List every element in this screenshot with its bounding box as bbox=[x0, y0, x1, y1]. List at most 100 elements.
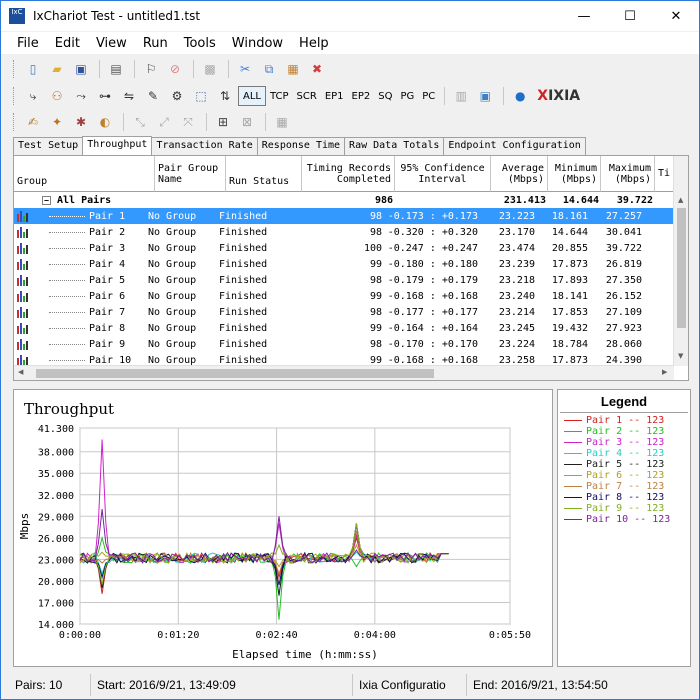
swap-pair-icon[interactable]: ⇋ bbox=[118, 85, 140, 107]
pair-group: No Group bbox=[148, 258, 197, 270]
menu-tools[interactable]: Tools bbox=[176, 36, 224, 51]
maximize-button[interactable]: ☐ bbox=[607, 1, 653, 31]
wand-icon[interactable]: ✦ bbox=[46, 111, 68, 133]
filter-scr-button[interactable]: SCR bbox=[293, 86, 321, 106]
tab-transaction-rate[interactable]: Transaction Rate bbox=[151, 137, 258, 155]
run-icon[interactable]: ⚐ bbox=[140, 58, 162, 80]
pair-maximum: 26.152 bbox=[605, 290, 642, 302]
cut-icon[interactable]: ✂ bbox=[234, 58, 256, 80]
pair-row[interactable]: Pair 2 No Group Finished 98 -0.320 : +0.320 2… bbox=[14, 224, 674, 240]
refresh-icon[interactable]: ▩ bbox=[199, 58, 221, 80]
pair-options-icon[interactable]: ⚙ bbox=[166, 85, 188, 107]
pair-maximum: 30.041 bbox=[605, 226, 642, 238]
column-header-minimum[interactable]: Minimum (Mbps) bbox=[548, 156, 601, 192]
grid-vertical-scrollbar[interactable]: ▲ ▼ bbox=[673, 156, 688, 366]
add-multicast-icon[interactable]: ⚇ bbox=[46, 85, 68, 107]
column-header-truncated[interactable]: Ti bbox=[655, 156, 675, 192]
y-tick-label: 29.000 bbox=[38, 512, 74, 523]
pair-renumber-icon[interactable]: ⬚ bbox=[190, 85, 212, 107]
scroll-right-arrow-icon[interactable]: ▶ bbox=[662, 368, 667, 376]
report-icon[interactable]: ▥ bbox=[450, 85, 472, 107]
filter-tcp-button[interactable]: TCP bbox=[266, 86, 293, 106]
filter-all-button[interactable]: ALL bbox=[238, 86, 266, 106]
options-icon[interactable]: ▦ bbox=[271, 111, 293, 133]
filter-ep1-button[interactable]: EP1 bbox=[321, 86, 348, 106]
merge-icon[interactable]: ⊠ bbox=[236, 111, 258, 133]
network-wizard-icon[interactable]: ✱ bbox=[70, 111, 92, 133]
toolbar-separator bbox=[123, 113, 124, 131]
pair-row[interactable]: Pair 1 No Group Finished 98 -0.173 : +0.173 2… bbox=[14, 208, 674, 224]
column-header-maximum[interactable]: Maximum (Mbps) bbox=[601, 156, 655, 192]
pair-timing-records: 99 bbox=[369, 290, 382, 302]
open-folder-icon[interactable]: ▰ bbox=[46, 58, 68, 80]
info-icon[interactable]: ● bbox=[509, 85, 531, 107]
script-edit-icon[interactable]: ✍ bbox=[22, 111, 44, 133]
pair-row[interactable]: Pair 7 No Group Finished 98 -0.177 : +0.177 2… bbox=[14, 304, 674, 320]
copy-icon[interactable]: ⧉ bbox=[258, 58, 280, 80]
pair-average: 23.239 bbox=[498, 258, 535, 270]
filter-ep2-button[interactable]: EP2 bbox=[348, 86, 375, 106]
pair-row[interactable]: Pair 3 No Group Finished 100 -0.247 : +0.247… bbox=[14, 240, 674, 256]
grid-expand-icon[interactable]: ⤡ bbox=[129, 111, 151, 133]
pair-row[interactable]: Pair 5 No Group Finished 98 -0.179 : +0.179 2… bbox=[14, 272, 674, 288]
pair-network-icon[interactable]: ⊶ bbox=[94, 85, 116, 107]
ixia-logo: XIXIA bbox=[537, 88, 581, 104]
save-icon[interactable]: ▣ bbox=[70, 58, 92, 80]
paste-icon[interactable]: ▦ bbox=[282, 58, 304, 80]
menu-file[interactable]: File bbox=[1, 36, 47, 51]
collapse-toggle-icon[interactable]: − bbox=[42, 195, 51, 205]
column-header-timing-records[interactable]: Timing Records Completed bbox=[302, 156, 395, 192]
sort-pairs-icon[interactable]: ⇅ bbox=[214, 85, 236, 107]
menu-window[interactable]: Window bbox=[224, 36, 291, 51]
pair-row[interactable]: Pair 4 No Group Finished 99 -0.180 : +0.180 2… bbox=[14, 256, 674, 272]
pair-timing-records: 99 bbox=[369, 322, 382, 334]
filter-sq-button[interactable]: SQ bbox=[374, 86, 396, 106]
pair-confidence-interval: -0.168 : +0.168 bbox=[387, 290, 478, 302]
menu-edit[interactable]: Edit bbox=[47, 36, 88, 51]
tab-test-setup[interactable]: Test Setup bbox=[13, 137, 84, 155]
all-pairs-row[interactable]: − All Pairs 986 231.413 14.644 39.722 bbox=[14, 192, 674, 208]
legend-swatch bbox=[564, 453, 582, 454]
stop-icon[interactable]: ⊘ bbox=[164, 58, 186, 80]
column-header-pair-group-name[interactable]: Pair Group Name bbox=[155, 156, 226, 192]
pair-maximum: 28.060 bbox=[605, 338, 642, 350]
close-button[interactable]: ✕ bbox=[653, 1, 699, 31]
pair-row[interactable]: Pair 8 No Group Finished 99 -0.164 : +0.164 2… bbox=[14, 320, 674, 336]
scroll-left-arrow-icon[interactable]: ◀ bbox=[18, 368, 23, 376]
scroll-up-arrow-icon[interactable]: ▲ bbox=[678, 196, 683, 204]
menu-view[interactable]: View bbox=[88, 36, 135, 51]
horizontal-scroll-thumb[interactable] bbox=[36, 369, 434, 378]
tab-raw-data-totals[interactable]: Raw Data Totals bbox=[344, 137, 445, 155]
pair-row[interactable]: Pair 9 No Group Finished 98 -0.170 : +0.170 2… bbox=[14, 336, 674, 352]
filter-pc-button[interactable]: PC bbox=[418, 86, 439, 106]
filter-pg-button[interactable]: PG bbox=[396, 86, 418, 106]
export-icon[interactable]: ▣ bbox=[474, 85, 496, 107]
tab-endpoint-configuration[interactable]: Endpoint Configuration bbox=[443, 137, 586, 155]
pair-row[interactable]: Pair 6 No Group Finished 99 -0.168 : +0.168 2… bbox=[14, 288, 674, 304]
column-header-group[interactable]: Group bbox=[14, 156, 155, 192]
split-icon[interactable]: ⊞ bbox=[212, 111, 234, 133]
delete-icon[interactable]: ✖ bbox=[306, 58, 328, 80]
add-pair-icon[interactable]: ⤷ bbox=[22, 85, 44, 107]
column-header-average[interactable]: Average (Mbps) bbox=[491, 156, 548, 192]
vertical-scroll-thumb[interactable] bbox=[677, 208, 686, 328]
grid-fit-icon[interactable]: ⤧ bbox=[177, 111, 199, 133]
pair-run-status: Finished bbox=[219, 322, 268, 334]
tab-throughput[interactable]: Throughput bbox=[82, 136, 153, 155]
toolbar-separator bbox=[206, 113, 207, 131]
grid-horizontal-scrollbar[interactable]: ◀ ▶ bbox=[14, 365, 674, 380]
edit-script-icon[interactable]: ✎ bbox=[142, 85, 164, 107]
edit-pair-icon[interactable]: ⤳ bbox=[70, 85, 92, 107]
all-pairs-maximum: 39.722 bbox=[616, 194, 653, 206]
column-header-run-status[interactable]: Run Status bbox=[226, 156, 302, 192]
menu-run[interactable]: Run bbox=[135, 36, 176, 51]
scroll-down-arrow-icon[interactable]: ▼ bbox=[678, 352, 683, 360]
print-icon[interactable]: ▤ bbox=[105, 58, 127, 80]
palette-icon[interactable]: ◐ bbox=[94, 111, 116, 133]
menu-help[interactable]: Help bbox=[291, 36, 337, 51]
grid-collapse-icon[interactable]: ⤢ bbox=[153, 111, 175, 133]
minimize-button[interactable]: — bbox=[561, 1, 607, 31]
column-header-confidence-interval[interactable]: 95% Confidence Interval bbox=[395, 156, 491, 192]
tab-response-time[interactable]: Response Time bbox=[256, 137, 346, 155]
new-file-icon[interactable]: ▯ bbox=[22, 58, 44, 80]
